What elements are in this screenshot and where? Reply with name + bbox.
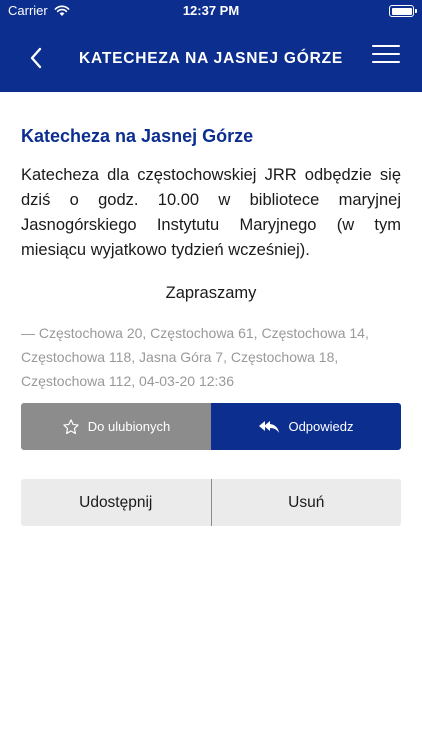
reply-label: Odpowiedz xyxy=(288,419,354,434)
navigation-bar: KATECHEZA NA JASNEJ GÓRZE xyxy=(0,22,422,92)
delete-label: Usuń xyxy=(288,493,325,511)
reply-icon xyxy=(258,419,280,435)
share-button[interactable]: Udostępnij xyxy=(21,479,212,526)
share-label: Udostępnij xyxy=(79,493,153,511)
status-time: 12:37 PM xyxy=(182,3,240,18)
article-content: Katecheza na Jasnej Górze Katecheza dla … xyxy=(21,124,401,393)
favorite-label: Do ulubionych xyxy=(87,419,171,434)
secondary-actions: Udostępnij Usuń xyxy=(21,479,401,526)
status-bar: Carrier 12:37 PM xyxy=(0,0,422,22)
page-title: KATECHEZA NA JASNEJ GÓRZE xyxy=(78,50,343,67)
reply-button[interactable]: Odpowiedz xyxy=(211,403,401,450)
add-to-favorites-button[interactable]: Do ulubionych xyxy=(21,403,211,450)
delete-button[interactable]: Usuń xyxy=(211,479,401,526)
article-title: Katecheza na Jasnej Górze xyxy=(21,126,254,146)
hamburger-menu-icon[interactable] xyxy=(372,45,400,69)
article-closing: Zapraszamy xyxy=(165,284,257,302)
star-icon xyxy=(62,418,80,436)
chevron-left-icon[interactable] xyxy=(22,44,50,72)
battery-icon xyxy=(389,5,417,17)
primary-actions: Do ulubionych Odpowiedz xyxy=(21,403,401,450)
article-body: Katecheza dla częstochowskiej JRR odbędz… xyxy=(21,166,401,259)
article-meta: — Częstochowa 20, Częstochowa 61, Często… xyxy=(21,325,369,389)
